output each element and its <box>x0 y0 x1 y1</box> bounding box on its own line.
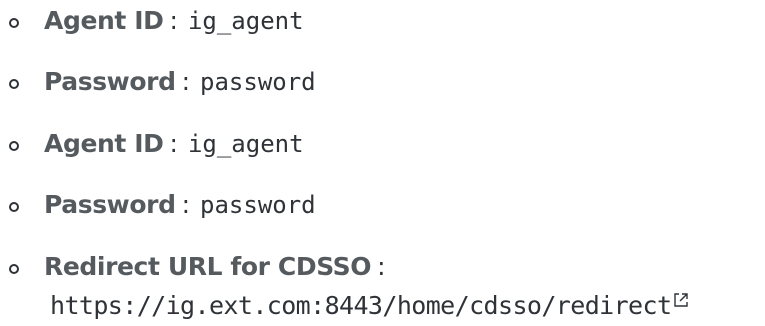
redirect-url-text[interactable]: https://ig.ext.com:8443/home/cdsso/redir… <box>50 291 672 320</box>
field-label: Agent ID <box>44 129 164 158</box>
separator: : <box>181 67 191 96</box>
field-value: password <box>200 191 316 219</box>
separator: : <box>169 129 178 158</box>
field-label: Password <box>44 67 176 96</box>
separator: : <box>181 190 191 219</box>
external-link-icon[interactable] <box>672 291 690 309</box>
field-label: Agent ID <box>44 6 164 35</box>
hollow-circle-bullet-icon <box>9 264 19 274</box>
hollow-circle-bullet-icon <box>9 18 19 28</box>
field-value: ig_agent <box>187 7 304 35</box>
field-label: Redirect URL for CDSSO <box>44 252 372 281</box>
config-list: Agent ID: ig_agent Password: password Agen… <box>0 0 765 326</box>
field-value: password <box>200 68 316 96</box>
hollow-circle-bullet-icon <box>9 141 19 151</box>
field-label: Password <box>44 190 176 219</box>
redirect-url-link[interactable]: https://ig.ext.com:8443/home/cdsso/redir… <box>50 291 690 321</box>
separator: : <box>169 6 178 35</box>
hollow-circle-bullet-icon <box>9 202 19 212</box>
hollow-circle-bullet-icon <box>9 79 19 89</box>
field-value: ig_agent <box>187 130 304 158</box>
separator: : <box>377 252 386 281</box>
